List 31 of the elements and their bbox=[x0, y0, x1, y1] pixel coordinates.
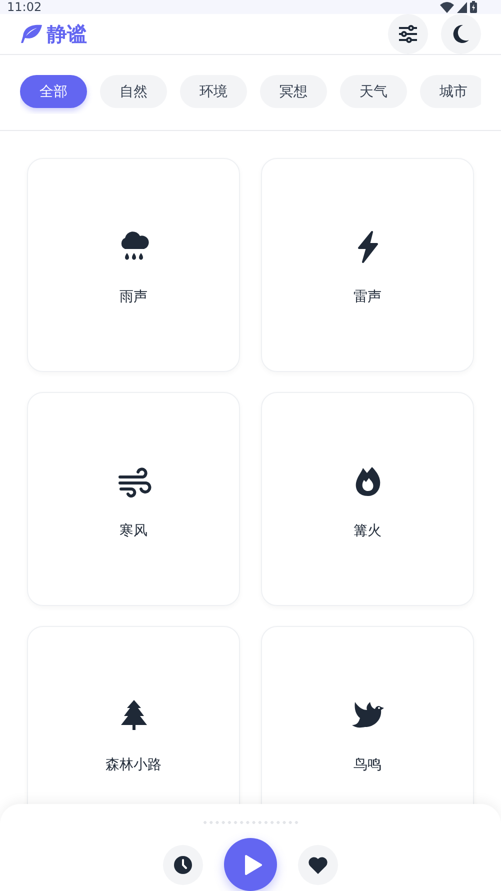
sound-card[interactable]: 篝火 bbox=[261, 392, 474, 606]
signal-icon bbox=[457, 2, 467, 12]
dark-mode-button[interactable] bbox=[441, 14, 481, 54]
sound-name: 雨声 bbox=[120, 288, 148, 307]
sliders-icon bbox=[398, 25, 418, 43]
category-chip[interactable]: 天气 bbox=[340, 75, 407, 108]
sound-card[interactable]: 雷声 bbox=[261, 158, 474, 372]
category-chip[interactable]: 环境 bbox=[180, 75, 247, 108]
sound-card[interactable]: 寒风 bbox=[27, 392, 240, 606]
play-icon bbox=[244, 854, 262, 874]
heart-icon bbox=[308, 856, 328, 874]
sound-name: 雷声 bbox=[354, 288, 382, 307]
moon-icon bbox=[453, 25, 469, 43]
status-time: 11:02 bbox=[7, 0, 42, 14]
sound-name: 寒风 bbox=[120, 522, 148, 541]
sound-name: 篝火 bbox=[354, 522, 382, 541]
sound-name: 鸟鸣 bbox=[354, 756, 382, 775]
category-chip[interactable]: 城市 bbox=[420, 75, 481, 108]
play-button[interactable] bbox=[224, 838, 277, 891]
settings-button[interactable] bbox=[388, 14, 428, 54]
favorite-button[interactable] bbox=[298, 844, 338, 884]
sound-name: 森林小路 bbox=[106, 756, 162, 775]
timer-button[interactable] bbox=[163, 844, 203, 884]
category-chip[interactable]: 冥想 bbox=[260, 75, 327, 108]
leaf-icon bbox=[20, 24, 42, 44]
category-chip[interactable]: 自然 bbox=[100, 75, 167, 108]
clock-icon bbox=[174, 856, 192, 874]
sound-card[interactable]: 雨声 bbox=[27, 158, 240, 372]
app-title: 静谧 bbox=[47, 20, 87, 48]
category-chip[interactable]: 全部 bbox=[20, 75, 87, 108]
wifi-icon bbox=[440, 2, 454, 12]
